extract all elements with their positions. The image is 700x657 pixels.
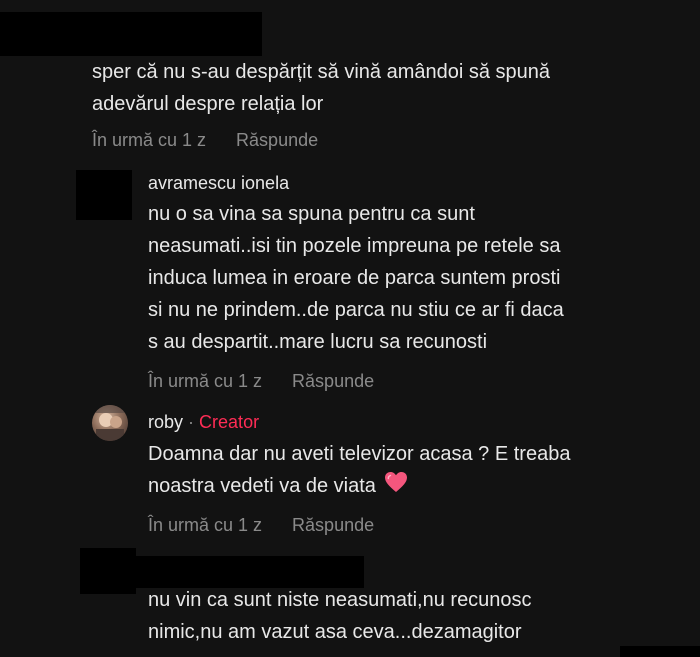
redacted-avatar-4 [80,548,136,594]
comment-text-3-body: Doamna dar nu aveti televizor acasa ? E … [148,443,571,497]
redacted-avatar-2 [76,170,132,220]
avatar[interactable] [92,405,128,441]
comment-time-3: În urmă cu 1 z [148,515,263,535]
comment-meta-1: În urmă cu 1 z Răspunde [92,129,318,151]
comment-username-3: roby · Creator [148,411,259,433]
creator-badge: Creator [199,412,260,432]
comment-username-2[interactable]: avramescu ionela [148,172,289,194]
comment-text-3: Doamna dar nu aveti televizor acasa ? E … [148,438,570,503]
comment-text-4: nu vin ca sunt niste neasumati,nu recuno… [148,589,532,643]
creator-username[interactable]: roby [148,412,183,432]
reply-button-3[interactable]: Răspunde [292,514,374,536]
reply-button-2[interactable]: Răspunde [292,370,374,392]
avatar-photo-icon [92,405,128,441]
comments-panel: sper că nu s-au despărțit să vină amândo… [0,0,700,657]
comment-time-2: În urmă cu 1 z [148,371,263,391]
redacted-user-1 [0,12,262,56]
comment-meta-3: În urmă cu 1 z Răspunde [148,514,374,536]
comment-text-2: nu o sa vina sa spuna pentru ca sunt nea… [148,203,564,353]
separator-dot: · [188,412,195,432]
comment-meta-2: În urmă cu 1 z Răspunde [148,370,374,392]
redacted-corner [620,646,700,657]
heart-emoji-icon [384,471,408,503]
comment-time-1: În urmă cu 1 z [92,130,207,150]
comment-text-1: sper că nu s-au despărțit să vină amândo… [92,61,551,115]
reply-button-1[interactable]: Răspunde [236,129,318,151]
